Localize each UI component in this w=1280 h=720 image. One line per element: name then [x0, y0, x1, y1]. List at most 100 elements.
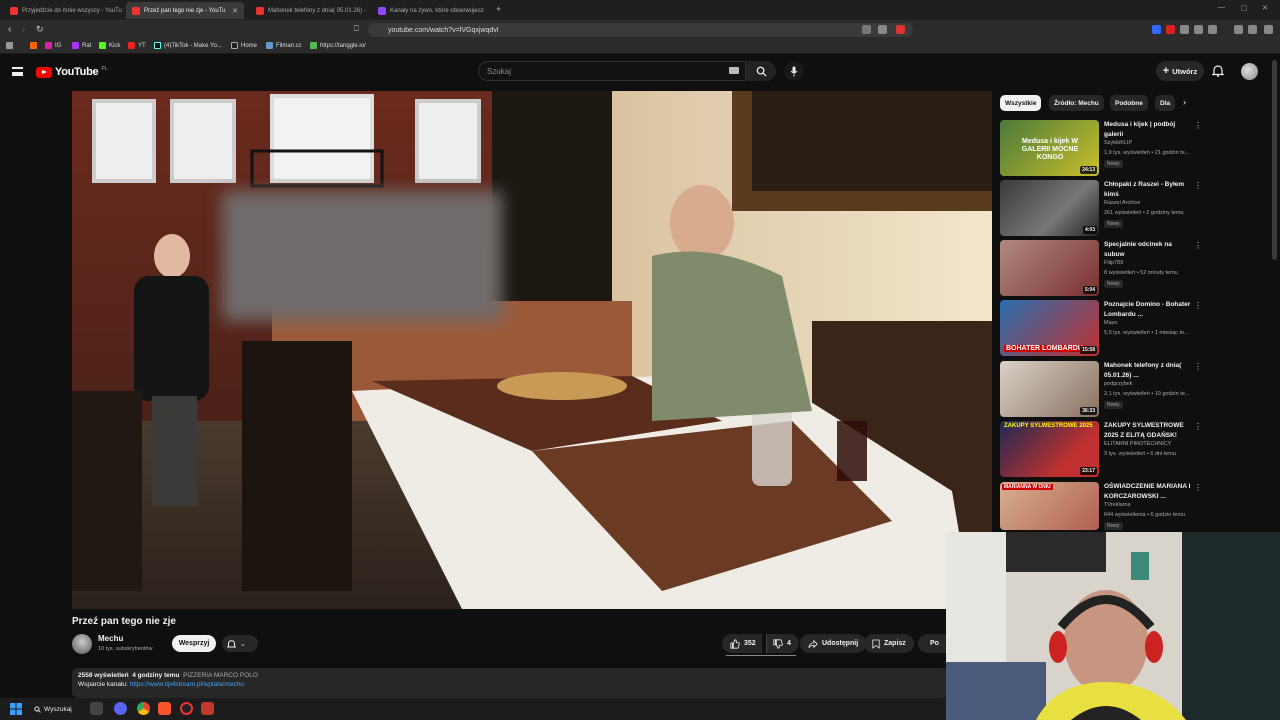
recommendation-channel[interactable]: Filip789	[1104, 260, 1123, 266]
download-button[interactable]: Po	[918, 634, 946, 653]
recommendation-title[interactable]: Chłopaki z Raszei - Byłem kimś	[1104, 180, 1192, 199]
cast-icon[interactable]	[862, 25, 871, 34]
channel-name[interactable]: Mechu	[98, 634, 123, 643]
save-button[interactable]: Zapisz	[864, 634, 914, 653]
bookmark-yt[interactable]: YT	[128, 42, 146, 49]
bookmark-kick[interactable]: Kick	[99, 42, 120, 49]
support-link[interactable]: https://www.tip4stream.pl/wplata/mechu	[130, 681, 244, 688]
share-icon[interactable]	[878, 25, 887, 34]
apps-grid-icon[interactable]	[6, 42, 13, 49]
youtube-logo[interactable]: YouTube PL	[36, 66, 107, 78]
video-thumbnail[interactable]: Medusa i kijek W GALERII MOCNE KONGO 24:…	[1000, 120, 1099, 176]
bookmark-tiktok[interactable]: (4)TikTok - Make Yo...	[154, 42, 222, 49]
recommendation-title[interactable]: Specjalnie odcinek na subuw	[1104, 240, 1192, 259]
keyboard-icon[interactable]	[729, 67, 739, 74]
page-scrollbar[interactable]	[1272, 60, 1277, 260]
browser-tab[interactable]: Mahonek telefony z dnia( 05.01.26) -	[250, 2, 368, 19]
bookmark-filman[interactable]: Filman.cc	[266, 42, 302, 49]
chip-all[interactable]: Wszystkie	[1000, 95, 1042, 111]
bookmark-page-icon[interactable]: ⎕	[354, 24, 359, 34]
reload-icon[interactable]: ↻	[36, 24, 44, 35]
subscription-button[interactable]: ⌄	[222, 635, 258, 652]
chip-source[interactable]: Źródło: Mechu	[1049, 95, 1104, 111]
recommendation-title[interactable]: ZAKUPY SYLWESTROWE 2025 Z ELITĄ GDAŃSK!	[1104, 421, 1192, 440]
recommendation-item[interactable]: BOHATER LOMBARDU 15:58 Poznajcie Domino …	[1000, 300, 1202, 358]
bookmark-tanggle[interactable]: https://tanggle.io/	[310, 42, 366, 49]
forward-icon[interactable]: ›	[22, 24, 25, 35]
chip-related[interactable]: Podobne	[1110, 95, 1148, 111]
browser-tab[interactable]: Przyjedźcie do mnie wszyscy - YouTu	[4, 2, 122, 19]
back-icon[interactable]: ‹	[8, 24, 11, 35]
extension-icon[interactable]	[1166, 25, 1175, 34]
recommendation-channel[interactable]: ELITARNI PIROTECHNICY	[1104, 441, 1171, 447]
close-tab-icon[interactable]: ✕	[232, 7, 238, 15]
browser-tab[interactable]: Kanały na żywo, które obserwujesz	[372, 2, 490, 19]
more-options-icon[interactable]: ⋮	[1194, 241, 1202, 250]
recommendation-item[interactable]: 36:33 Mahonek telefony z dnia( 05.01.26)…	[1000, 361, 1202, 419]
extension-icon[interactable]	[1208, 25, 1217, 34]
video-thumbnail[interactable]: 5:04	[1000, 240, 1099, 296]
recommendation-item[interactable]: Medusa i kijek W GALERII MOCNE KONGO 24:…	[1000, 120, 1202, 178]
support-button[interactable]: Wesprzyj	[172, 635, 216, 652]
more-options-icon[interactable]: ⋮	[1194, 181, 1202, 190]
maximize-icon[interactable]: ▢	[1241, 4, 1248, 12]
account-avatar[interactable]	[1241, 63, 1258, 80]
minimize-icon[interactable]: —	[1218, 4, 1225, 11]
task-view-icon[interactable]	[90, 702, 103, 715]
bookmark-ig[interactable]: IG	[45, 42, 61, 49]
hamburger-menu-icon[interactable]	[12, 67, 23, 76]
location-tag[interactable]: PIZZERIA MARCO POLO	[183, 672, 258, 679]
recommendation-title[interactable]: Medusa i kijek | podbój galerii	[1104, 120, 1192, 139]
extension-icon[interactable]	[1194, 25, 1203, 34]
brave-icon[interactable]	[158, 702, 171, 715]
new-tab-icon[interactable]: +	[496, 4, 501, 14]
search-button[interactable]	[746, 61, 776, 81]
share-button[interactable]: Udostępnij	[800, 634, 867, 653]
recommendation-item[interactable]: ZAKUPY SYLWESTROWE 2025 23:17 ZAKUPY SYL…	[1000, 421, 1202, 479]
menu-icon[interactable]	[1264, 25, 1273, 34]
recommendation-channel[interactable]: Mayo	[1104, 320, 1117, 326]
video-thumbnail[interactable]: MARIANNA W DNIU	[1000, 482, 1099, 530]
recommendation-channel[interactable]: SzybkiKLIP	[1104, 140, 1132, 146]
bookmark-item[interactable]	[30, 42, 37, 49]
app-icon[interactable]	[201, 702, 214, 715]
browser-tab-active[interactable]: Przeź pan tego nie zje - YouTu ✕	[126, 2, 244, 19]
chrome-icon[interactable]	[137, 702, 150, 715]
video-player[interactable]	[72, 91, 992, 609]
like-button[interactable]: 352	[722, 634, 762, 653]
create-button[interactable]: + Utwórz	[1156, 61, 1204, 81]
extension-icon[interactable]	[1180, 25, 1189, 34]
taskbar-search[interactable]: Wyszukaj	[34, 702, 78, 716]
more-options-icon[interactable]: ⋮	[1194, 362, 1202, 371]
video-thumbnail[interactable]: ZAKUPY SYLWESTROWE 2025 23:17	[1000, 421, 1099, 477]
more-options-icon[interactable]: ⋮	[1194, 121, 1202, 130]
notifications-bell-icon[interactable]	[1212, 64, 1224, 77]
video-thumbnail[interactable]: BOHATER LOMBARDU 15:58	[1000, 300, 1099, 356]
chevron-right-icon[interactable]: ›	[1183, 97, 1186, 107]
voice-search-button[interactable]	[784, 61, 804, 81]
video-thumbnail[interactable]: 4:03	[1000, 180, 1099, 236]
chip-for-you[interactable]: Dla	[1155, 95, 1175, 111]
bookmark-rat[interactable]: Rat	[72, 42, 91, 49]
address-bar[interactable]: youtube.com/watch?v=lVGqxjwqdvI	[368, 23, 913, 37]
recommendation-channel[interactable]: podgrzybek	[1104, 381, 1132, 387]
recommendation-channel[interactable]: TVreklama	[1104, 502, 1130, 508]
more-options-icon[interactable]: ⋮	[1194, 301, 1202, 310]
bookmark-x-home[interactable]: Home	[231, 42, 257, 49]
recommendation-item[interactable]: 4:03 Chłopaki z Raszei - Byłem kimś Rasz…	[1000, 180, 1202, 238]
extension-icon[interactable]	[1152, 25, 1161, 34]
discord-icon[interactable]	[114, 702, 127, 715]
obs-icon[interactable]	[180, 702, 193, 715]
dislike-button[interactable]: 4	[766, 634, 799, 653]
music-icon[interactable]	[1234, 25, 1243, 34]
more-options-icon[interactable]: ⋮	[1194, 422, 1202, 431]
windows-start-icon[interactable]	[10, 703, 22, 715]
more-options-icon[interactable]: ⋮	[1194, 483, 1202, 492]
recommendation-channel[interactable]: Raszei Archive	[1104, 200, 1140, 206]
close-window-icon[interactable]: ✕	[1262, 4, 1268, 12]
channel-avatar[interactable]	[72, 634, 92, 654]
recommendation-title[interactable]: Poznajcie Domino - Bohater Lombardu ...	[1104, 300, 1192, 319]
recommendation-item[interactable]: 5:04 Specjalnie odcinek na subuw Filip78…	[1000, 240, 1202, 298]
video-thumbnail[interactable]: 36:33	[1000, 361, 1099, 417]
recommendation-title[interactable]: OŚWIADCZENIE MARIANA I KORCZAROWSKI ...	[1104, 482, 1192, 501]
